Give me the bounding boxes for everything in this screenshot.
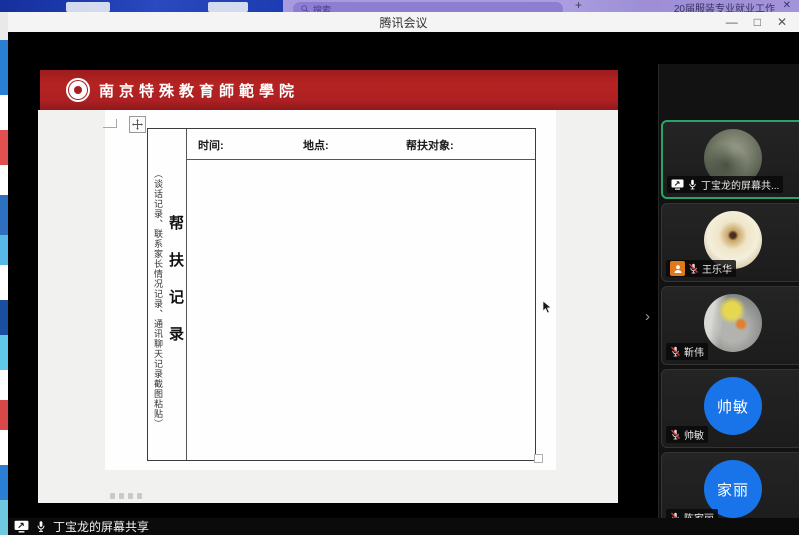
new-tab-button[interactable]: + (575, 0, 582, 12)
browser-search-box[interactable]: 搜索 (293, 2, 563, 12)
mic-on-icon (689, 179, 696, 190)
table-header-time: 时间: (198, 140, 224, 152)
participant-name-chip: 王乐华 (666, 260, 736, 277)
shared-document-area: 时间: 地点: 帮扶对象: （谈话记录、联系家长情况记录、通讯聊天记录截图粘贴）… (38, 110, 618, 503)
mic-muted-icon (670, 346, 681, 357)
table-header-place: 地点: (303, 140, 329, 152)
window-titlebar[interactable]: 腾讯会议 — □ ✕ (8, 12, 799, 32)
mouse-cursor-icon (542, 301, 553, 314)
participant-name-chip: 帅敏 (666, 426, 708, 443)
help-record-table: 时间: 地点: 帮扶对象: （谈话记录、联系家长情况记录、通讯聊天记录截图粘贴）… (147, 128, 552, 463)
window-title: 腾讯会议 (379, 15, 428, 30)
taskbar-icon-fragment (208, 2, 248, 12)
browser-toolbar-fragment: 搜索 + 20届服装专业就业工作 ✕ (283, 0, 799, 12)
participant-name: 王乐华 (702, 265, 732, 276)
screen-share-icon (671, 179, 684, 190)
screen-share-icon (14, 520, 29, 533)
avatar (704, 294, 762, 352)
host-badge-icon (670, 261, 685, 276)
doc-statusbar-icons (110, 493, 142, 499)
close-button[interactable]: ✕ (777, 12, 787, 32)
school-seal-icon (66, 78, 90, 102)
tab-close-icon[interactable]: ✕ (783, 0, 791, 11)
maximize-button[interactable]: □ (754, 12, 761, 32)
panel-collapse-chevron-icon[interactable]: › (645, 308, 650, 325)
avatar: 帅敏 (704, 377, 762, 435)
participant-name-chip: 丁宝龙的屏幕共... (667, 176, 784, 193)
participant-tile[interactable]: 靳伟 (661, 286, 799, 365)
minimize-button[interactable]: — (726, 12, 738, 32)
mic-muted-icon (688, 263, 699, 274)
mic-muted-icon (670, 429, 681, 440)
participant-name: 丁宝龙的屏幕共... (701, 181, 780, 192)
desktop-edge-strip (0, 12, 8, 535)
table-move-handle-icon (129, 116, 146, 133)
table-column-divider (186, 129, 187, 460)
shared-screen-banner: 南京特殊教育師範學院 (40, 70, 618, 110)
mic-on-icon (37, 521, 45, 532)
search-icon (301, 5, 309, 12)
background-browser-strip: 搜索 + 20届服装专业就业工作 ✕ (0, 0, 799, 12)
screen: 搜索 + 20届服装专业就业工作 ✕ 腾讯会议 — □ ✕ 南京特殊教育師範學院 (0, 0, 799, 535)
participant-name-chip: 靳伟 (666, 343, 708, 360)
table-header-line (187, 159, 535, 160)
browser-tab-title[interactable]: 20届服装专业就业工作 (674, 0, 775, 12)
page-margin-mark (103, 119, 117, 128)
taskbar-fragment (0, 0, 283, 12)
participant-tile[interactable]: 帅敏 帅敏 (661, 369, 799, 448)
participant-name: 靳伟 (684, 348, 704, 359)
sharing-status-label: 丁宝龙的屏幕共享 (53, 520, 150, 534)
taskbar-icon-fragment (66, 2, 110, 12)
row-label-title: 帮扶记录 (167, 215, 184, 363)
participant-name: 帅敏 (684, 431, 704, 442)
participants-panel: 丁宝龙的屏幕共... 王乐华 靳伟 帅敏 帅敏 家丽 (658, 64, 799, 535)
table-header-target: 帮扶对象: (406, 140, 454, 152)
sharing-status-bar: 丁宝龙的屏幕共享 (8, 518, 799, 535)
participant-tile[interactable]: 王乐华 (661, 203, 799, 282)
table-resize-handle (534, 454, 543, 463)
meeting-content: 南京特殊教育師範學院 时间: 地点: 帮扶对象: （谈话记录、联系家长情况记录、… (8, 32, 799, 535)
search-label: 搜索 (313, 4, 332, 13)
school-name: 南京特殊教育師範學院 (99, 81, 300, 100)
document-page: 时间: 地点: 帮扶对象: （谈话记录、联系家长情况记录、通讯聊天记录截图粘贴）… (103, 110, 556, 499)
participant-tile-sharing[interactable]: 丁宝龙的屏幕共... (661, 120, 799, 199)
row-label-note: （谈话记录、联系家长情况记录、通讯聊天记录截图粘贴） (153, 169, 163, 429)
